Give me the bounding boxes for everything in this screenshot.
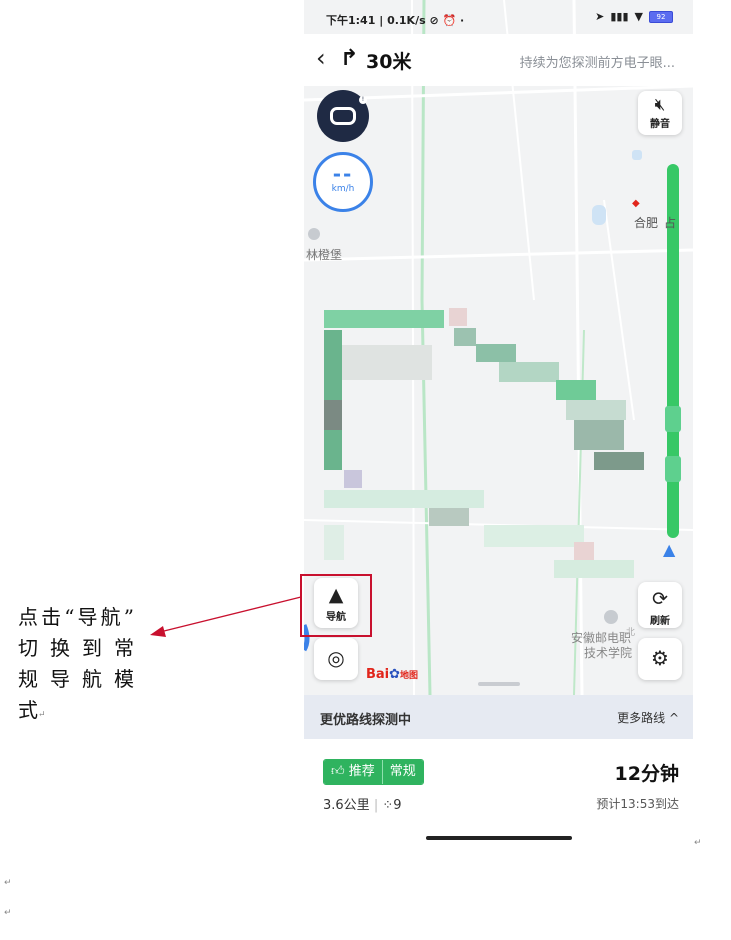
- baidu-map-logo: Bai✿地图: [366, 667, 419, 682]
- status-time: 下午1:41: [326, 14, 376, 27]
- arrival-time: 预计13:53到达: [596, 797, 679, 811]
- status-time-speed: 下午1:41 | 0.1K/s ⊘ ⏰ ·: [326, 14, 465, 27]
- caption-line-4-text: 式: [18, 698, 38, 722]
- phone-screenshot: ▲ 合肥占 ◆ 林橙堡 安徽邮电职 北 技术学院 ! -- km/h 🔇︎ 静音…: [304, 0, 693, 830]
- caption-line-3: 规导航模: [18, 667, 134, 691]
- route-option-bar: 更优路线探测中 更多路线 ^: [304, 695, 693, 739]
- poi-school-tag: 北: [626, 628, 636, 638]
- route-segment: [665, 456, 681, 482]
- battery-icon: 92: [649, 10, 673, 23]
- caption-line-4: 式↵: [18, 695, 134, 731]
- settings-button[interactable]: ⚙: [638, 638, 682, 680]
- status-icons: ➤ ▮▮▮ ▼ 92: [595, 10, 673, 23]
- caption-line-2: 切换到常: [18, 636, 134, 660]
- locate-icon: ◎: [327, 646, 345, 670]
- poi-lincheng: 林橙堡: [306, 248, 343, 262]
- mute-button[interactable]: 🔇︎ 静音: [638, 91, 682, 135]
- poi-pin-icon: [308, 228, 320, 240]
- thumb-up-icon: 👍︎: [331, 764, 349, 779]
- recommend-tag: 👍︎ 推荐: [324, 760, 382, 784]
- route-duration: 12分钟: [614, 763, 679, 785]
- robot-icon: [330, 107, 356, 125]
- caption-line-1: 点击“导航”: [18, 605, 134, 629]
- status-bar: 下午1:41 | 0.1K/s ⊘ ⏰ · ➤ ▮▮▮ ▼ 92: [304, 0, 693, 34]
- settings-icon: ⚙: [651, 646, 669, 670]
- route-meta: 3.6公里 | ⁘9: [323, 798, 402, 813]
- refresh-button[interactable]: ⟳ 刷新: [638, 582, 682, 628]
- back-icon[interactable]: ‹: [316, 44, 326, 72]
- car-position-icon: ▲: [663, 540, 676, 559]
- speedometer: -- km/h: [313, 152, 373, 212]
- recommend-label: 推荐: [348, 764, 375, 779]
- robot-assistant-button[interactable]: !: [317, 90, 369, 142]
- poi-school-line2: 技术学院: [584, 646, 633, 660]
- speed-value: --: [332, 162, 354, 186]
- wifi-icon: ▼: [634, 10, 643, 23]
- signal-icon: ▮▮▮: [610, 10, 629, 23]
- logo-text: Bai: [366, 667, 390, 682]
- normal-tag: 常规: [381, 760, 423, 784]
- panel-drag-handle[interactable]: [478, 682, 520, 686]
- route-tags: 👍︎ 推荐 常规: [323, 759, 424, 785]
- poi-hefei-tail: 占: [664, 216, 677, 230]
- mute-label: 静音: [650, 119, 670, 130]
- navigation-header: ‹ ↱ 30米 持续为您探测前方电子眼...: [304, 34, 693, 86]
- camera-hint: 持续为您探测前方电子眼...: [519, 56, 675, 71]
- refresh-icon: ⟳: [652, 588, 668, 610]
- more-routes-link[interactable]: 更多路线 ^: [617, 709, 679, 726]
- robot-badge: !: [359, 96, 367, 104]
- better-route-status: 更优路线探测中: [320, 713, 412, 728]
- paragraph-mark: ↵: [694, 838, 702, 848]
- traffic-light-icon: ⁘: [382, 798, 394, 813]
- status-net-speed: 0.1K/s: [387, 14, 426, 27]
- poi-pin-icon: [604, 610, 618, 624]
- annotation-caption: 点击“导航” 切换到常 规导航模 式↵: [18, 602, 134, 731]
- paragraph-mark: ↵: [4, 878, 12, 888]
- route-summary-card[interactable]: 👍︎ 推荐 常规 12分钟 3.6公里 | ⁘9 预计13:53到达: [304, 739, 693, 830]
- paragraph-mark: ↵: [4, 908, 12, 918]
- station-icon: ◆: [632, 198, 640, 209]
- turn-distance: 30米: [366, 51, 412, 73]
- speed-unit: km/h: [331, 184, 355, 194]
- refresh-label: 刷新: [650, 616, 670, 627]
- turn-right-icon: ↱: [340, 46, 359, 71]
- route-distance: 3.6公里: [323, 798, 370, 813]
- logo-map-text: 地图: [400, 671, 419, 681]
- paragraph-mark: ↵: [38, 710, 46, 720]
- route-segment: [665, 406, 681, 432]
- traffic-light-count: 9: [393, 798, 402, 813]
- home-indicator: [426, 836, 572, 840]
- locate-button[interactable]: ◎: [314, 638, 358, 680]
- mute-icon: 🔇︎: [654, 95, 666, 115]
- highlight-box: [300, 574, 372, 637]
- poi-hefei: 合肥占: [634, 214, 676, 231]
- poi-hefei-label: 合肥: [634, 216, 659, 230]
- location-icon: ➤: [595, 10, 605, 23]
